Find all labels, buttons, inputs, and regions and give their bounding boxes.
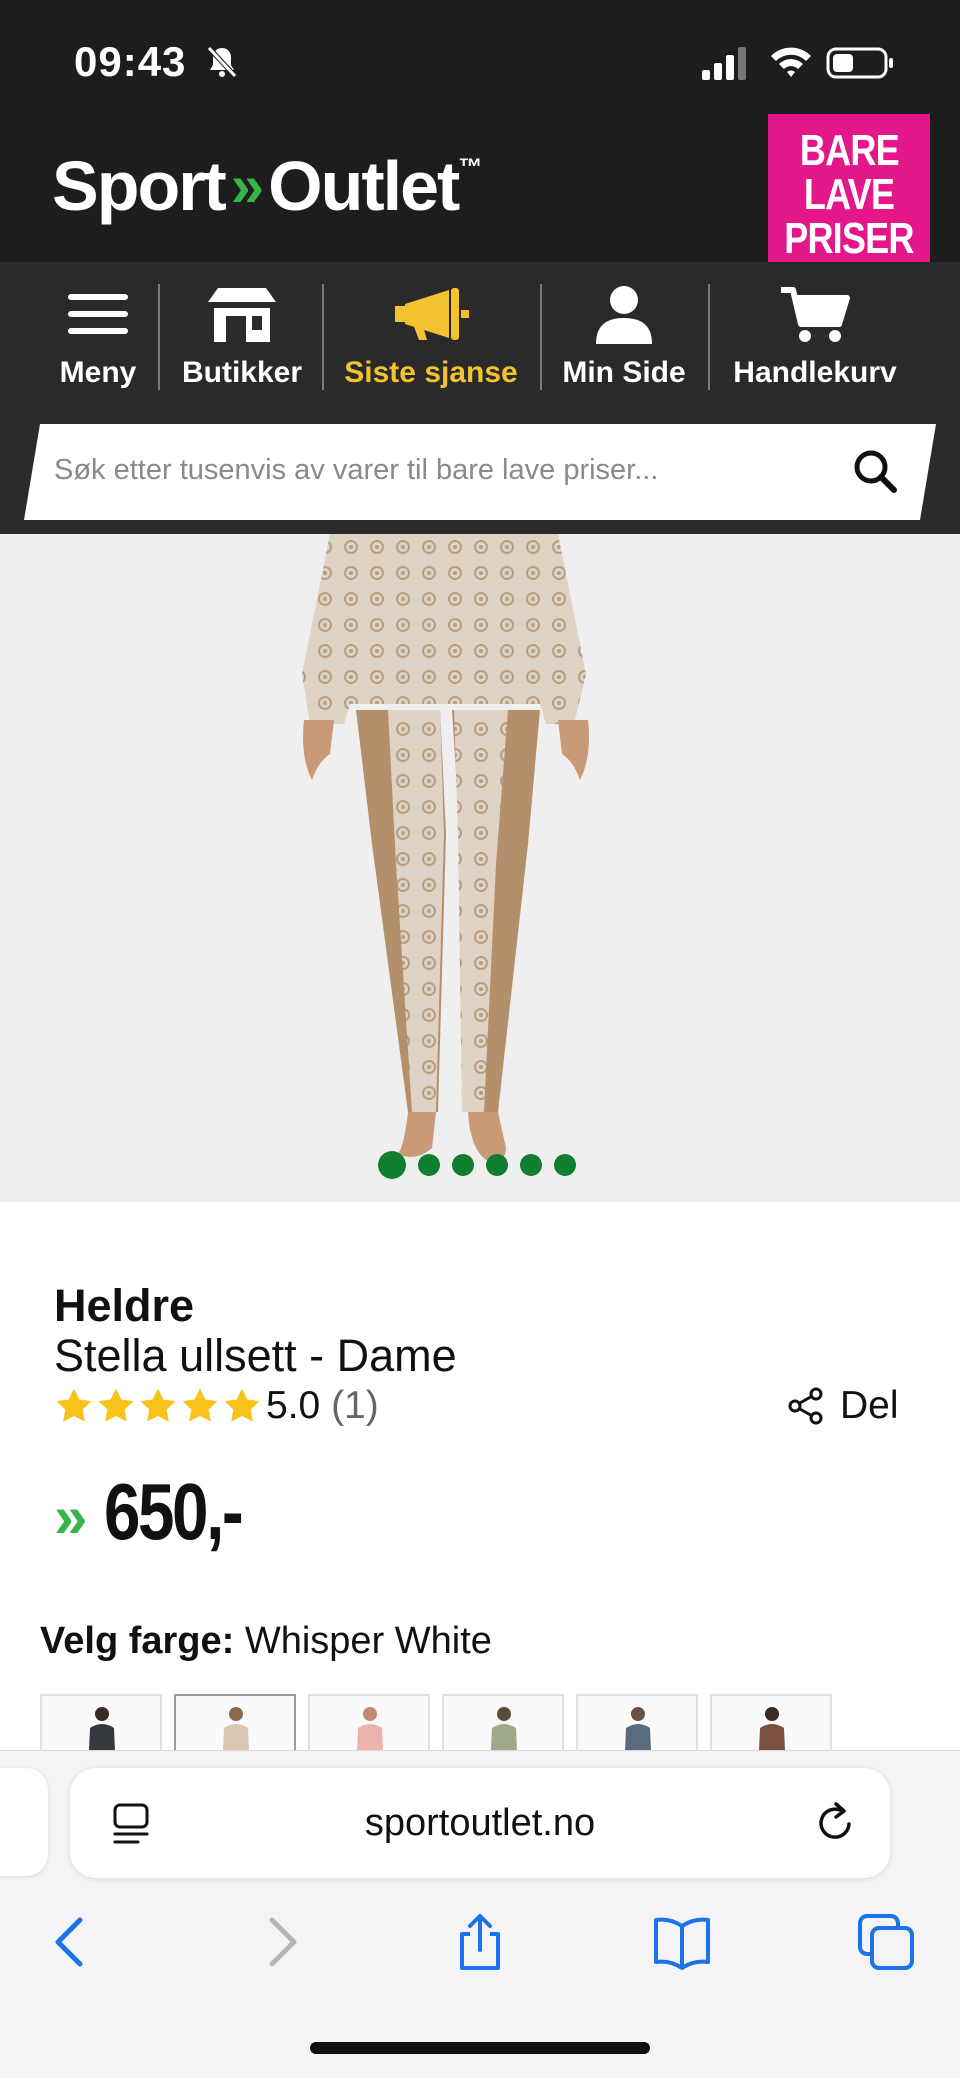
star-icon [182, 1388, 218, 1422]
nav-item-min-side[interactable]: Min Side [554, 262, 694, 406]
share-icon [788, 1387, 823, 1425]
user-icon [596, 286, 652, 344]
rating-value: 5.0 [266, 1384, 321, 1427]
search-icon[interactable] [852, 448, 898, 494]
logo-text-sport: Sport [52, 147, 227, 225]
nav-item-meny[interactable]: Meny [40, 262, 156, 406]
bare-lave-priser-badge[interactable]: BARE LAVE PRISER [768, 114, 930, 276]
swatch-thumbnail [625, 1707, 651, 1750]
swatch-thumbnail [759, 1707, 785, 1750]
logo-chevron-icon: » [230, 152, 265, 219]
star-icon [56, 1388, 92, 1422]
battery-icon [826, 47, 893, 79]
star-icon [140, 1388, 176, 1422]
megaphone-icon [395, 288, 469, 340]
gallery-dot[interactable] [520, 1154, 542, 1176]
color-value: Whisper White [244, 1620, 492, 1662]
swatch-thumbnail [491, 1707, 517, 1750]
badge-line-2: LAVE [803, 170, 895, 219]
bell-muted-icon [207, 46, 237, 78]
swatch-thumbnail [357, 1707, 383, 1750]
nav-label-siste-sjanse: Siste sjanse [344, 356, 518, 389]
logo-text-outlet: Outlet [268, 147, 460, 225]
nav-label-butikker: Butikker [181, 356, 303, 389]
gallery-dot[interactable] [452, 1154, 474, 1176]
color-swatch[interactable] [40, 1694, 162, 1750]
nav-divider [708, 284, 710, 390]
color-swatch[interactable] [576, 1694, 698, 1750]
home-indicator [310, 2042, 650, 2054]
gallery-dots [378, 1150, 576, 1180]
nav-label-handlekurv: Handlekurv [733, 356, 897, 389]
price-chevron-icon: » [54, 1483, 88, 1550]
color-swatch[interactable] [442, 1694, 564, 1750]
badge-line-1: BARE [799, 126, 900, 175]
gallery-dot[interactable] [486, 1154, 508, 1176]
swatch-thumbnail [89, 1707, 115, 1750]
nav-label-meny: Meny [59, 356, 137, 389]
swatch-thumbnail [223, 1707, 249, 1750]
forward-icon[interactable] [250, 1912, 310, 1972]
color-swatches [40, 1694, 832, 1750]
color-swatch-selected[interactable] [174, 1694, 296, 1750]
color-swatch[interactable] [710, 1694, 832, 1750]
share-sheet-icon[interactable] [450, 1912, 510, 1972]
rating-summary[interactable]: 5.0 (1) [266, 1384, 379, 1428]
logo-trademark: ™ [458, 154, 483, 181]
reload-icon[interactable] [812, 1800, 858, 1846]
star-icon [224, 1388, 260, 1422]
product-brand[interactable]: Heldre [54, 1280, 194, 1332]
bookmarks-icon[interactable] [652, 1912, 712, 1972]
back-icon[interactable] [42, 1912, 102, 1972]
main-nav: Meny Butikker Siste sjanse Min Side Hand… [0, 262, 960, 406]
rating-stars[interactable] [54, 1386, 262, 1426]
cart-icon [781, 287, 850, 342]
nav-label-min-side: Min Side [562, 356, 686, 389]
badge-line-3: PRISER [784, 214, 914, 263]
gallery-dot[interactable] [554, 1154, 576, 1176]
gallery-dot[interactable] [418, 1154, 440, 1176]
color-label: Velg farge: [40, 1620, 235, 1662]
nav-item-butikker[interactable]: Butikker [170, 262, 314, 406]
nav-item-handlekurv[interactable]: Handlekurv [720, 262, 910, 406]
star-icon [98, 1388, 134, 1422]
share-button[interactable]: Del [786, 1384, 899, 1428]
gallery-dot[interactable] [378, 1151, 406, 1179]
product-title: Stella ullsett - Dame [54, 1330, 457, 1381]
wifi-icon [771, 47, 811, 77]
product-photo-base-layer [302, 534, 589, 1161]
product-image[interactable] [0, 534, 960, 1202]
share-label: Del [840, 1384, 899, 1427]
signal-icon [702, 47, 746, 80]
nav-divider [158, 284, 160, 390]
color-swatch[interactable] [308, 1694, 430, 1750]
nav-divider [540, 284, 542, 390]
menu-icon [68, 294, 128, 334]
search-placeholder: Søk etter tusenvis av varer til bare lav… [54, 454, 659, 486]
rating-count: (1) [331, 1384, 379, 1427]
product-price: 650,- [104, 1467, 244, 1556]
status-time: 09:43 [74, 38, 187, 85]
nav-item-siste-sjanse[interactable]: Siste sjanse [336, 262, 526, 406]
store-icon [208, 288, 276, 342]
sportoutlet-logo[interactable]: Sport» Outlet™ [52, 146, 482, 226]
tabs-icon[interactable] [856, 1912, 916, 1972]
nav-divider [322, 284, 324, 390]
color-selector-label: Velg farge: Whisper White [40, 1620, 492, 1663]
